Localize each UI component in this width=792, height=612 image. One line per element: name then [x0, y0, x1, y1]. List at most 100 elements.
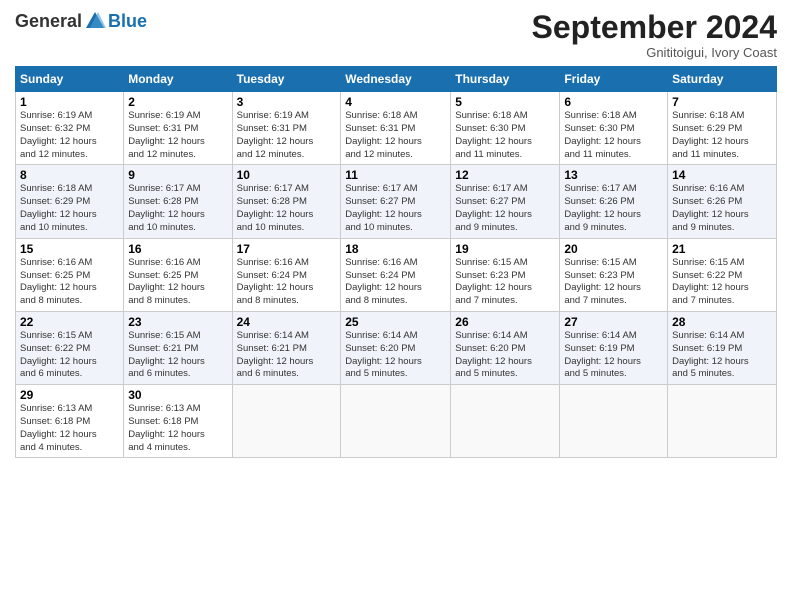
- calendar-cell: 30Sunrise: 6:13 AMSunset: 6:18 PMDayligh…: [124, 385, 232, 458]
- calendar-cell: 18Sunrise: 6:16 AMSunset: 6:24 PMDayligh…: [341, 238, 451, 311]
- calendar-cell: 23Sunrise: 6:15 AMSunset: 6:21 PMDayligh…: [124, 311, 232, 384]
- cell-content: Sunrise: 6:19 AMSunset: 6:31 PMDaylight:…: [128, 110, 227, 161]
- calendar-cell: 17Sunrise: 6:16 AMSunset: 6:24 PMDayligh…: [232, 238, 341, 311]
- cell-content: Sunrise: 6:18 AMSunset: 6:30 PMDaylight:…: [564, 110, 663, 161]
- cell-content: Sunrise: 6:14 AMSunset: 6:19 PMDaylight:…: [564, 330, 663, 381]
- day-number: 30: [128, 388, 227, 402]
- cell-content: Sunrise: 6:19 AMSunset: 6:32 PMDaylight:…: [20, 110, 119, 161]
- logo: General Blue: [15, 10, 147, 32]
- cell-content: Sunrise: 6:18 AMSunset: 6:29 PMDaylight:…: [672, 110, 772, 161]
- calendar-cell: 4Sunrise: 6:18 AMSunset: 6:31 PMDaylight…: [341, 92, 451, 165]
- calendar-cell: 8Sunrise: 6:18 AMSunset: 6:29 PMDaylight…: [16, 165, 124, 238]
- calendar-cell: [232, 385, 341, 458]
- calendar-cell: 1Sunrise: 6:19 AMSunset: 6:32 PMDaylight…: [16, 92, 124, 165]
- cell-content: Sunrise: 6:16 AMSunset: 6:25 PMDaylight:…: [128, 257, 227, 308]
- day-number: 19: [455, 242, 555, 256]
- day-number: 11: [345, 168, 446, 182]
- day-number: 29: [20, 388, 119, 402]
- calendar-day-header: Saturday: [668, 67, 777, 92]
- cell-content: Sunrise: 6:18 AMSunset: 6:30 PMDaylight:…: [455, 110, 555, 161]
- calendar-cell: 26Sunrise: 6:14 AMSunset: 6:20 PMDayligh…: [451, 311, 560, 384]
- calendar-cell: 3Sunrise: 6:19 AMSunset: 6:31 PMDaylight…: [232, 92, 341, 165]
- calendar-cell: 6Sunrise: 6:18 AMSunset: 6:30 PMDaylight…: [560, 92, 668, 165]
- cell-content: Sunrise: 6:14 AMSunset: 6:21 PMDaylight:…: [237, 330, 337, 381]
- day-number: 10: [237, 168, 337, 182]
- day-number: 8: [20, 168, 119, 182]
- day-number: 24: [237, 315, 337, 329]
- calendar-table: SundayMondayTuesdayWednesdayThursdayFrid…: [15, 66, 777, 458]
- calendar-cell: 16Sunrise: 6:16 AMSunset: 6:25 PMDayligh…: [124, 238, 232, 311]
- day-number: 25: [345, 315, 446, 329]
- calendar-cell: 13Sunrise: 6:17 AMSunset: 6:26 PMDayligh…: [560, 165, 668, 238]
- calendar-week-row: 15Sunrise: 6:16 AMSunset: 6:25 PMDayligh…: [16, 238, 777, 311]
- calendar-cell: [451, 385, 560, 458]
- day-number: 18: [345, 242, 446, 256]
- calendar-week-row: 1Sunrise: 6:19 AMSunset: 6:32 PMDaylight…: [16, 92, 777, 165]
- day-number: 16: [128, 242, 227, 256]
- calendar-cell: 21Sunrise: 6:15 AMSunset: 6:22 PMDayligh…: [668, 238, 777, 311]
- cell-content: Sunrise: 6:17 AMSunset: 6:27 PMDaylight:…: [345, 183, 446, 234]
- calendar-cell: [560, 385, 668, 458]
- day-number: 21: [672, 242, 772, 256]
- day-number: 17: [237, 242, 337, 256]
- day-number: 12: [455, 168, 555, 182]
- calendar-header-row: SundayMondayTuesdayWednesdayThursdayFrid…: [16, 67, 777, 92]
- day-number: 2: [128, 95, 227, 109]
- cell-content: Sunrise: 6:15 AMSunset: 6:22 PMDaylight:…: [672, 257, 772, 308]
- day-number: 5: [455, 95, 555, 109]
- calendar-cell: 19Sunrise: 6:15 AMSunset: 6:23 PMDayligh…: [451, 238, 560, 311]
- cell-content: Sunrise: 6:15 AMSunset: 6:23 PMDaylight:…: [455, 257, 555, 308]
- calendar-cell: 2Sunrise: 6:19 AMSunset: 6:31 PMDaylight…: [124, 92, 232, 165]
- calendar-week-row: 29Sunrise: 6:13 AMSunset: 6:18 PMDayligh…: [16, 385, 777, 458]
- calendar-week-row: 8Sunrise: 6:18 AMSunset: 6:29 PMDaylight…: [16, 165, 777, 238]
- calendar-cell: 22Sunrise: 6:15 AMSunset: 6:22 PMDayligh…: [16, 311, 124, 384]
- calendar-cell: 10Sunrise: 6:17 AMSunset: 6:28 PMDayligh…: [232, 165, 341, 238]
- day-number: 1: [20, 95, 119, 109]
- logo-icon: [84, 10, 106, 32]
- calendar-day-header: Friday: [560, 67, 668, 92]
- location: Gnititoigui, Ivory Coast: [532, 45, 777, 60]
- day-number: 13: [564, 168, 663, 182]
- calendar-cell: 28Sunrise: 6:14 AMSunset: 6:19 PMDayligh…: [668, 311, 777, 384]
- month-title: September 2024: [532, 10, 777, 45]
- calendar-body: 1Sunrise: 6:19 AMSunset: 6:32 PMDaylight…: [16, 92, 777, 458]
- cell-content: Sunrise: 6:16 AMSunset: 6:24 PMDaylight:…: [345, 257, 446, 308]
- logo-blue: Blue: [108, 11, 147, 32]
- calendar-day-header: Tuesday: [232, 67, 341, 92]
- day-number: 6: [564, 95, 663, 109]
- cell-content: Sunrise: 6:13 AMSunset: 6:18 PMDaylight:…: [128, 403, 227, 454]
- calendar-day-header: Wednesday: [341, 67, 451, 92]
- day-number: 26: [455, 315, 555, 329]
- day-number: 4: [345, 95, 446, 109]
- cell-content: Sunrise: 6:13 AMSunset: 6:18 PMDaylight:…: [20, 403, 119, 454]
- calendar-cell: 7Sunrise: 6:18 AMSunset: 6:29 PMDaylight…: [668, 92, 777, 165]
- cell-content: Sunrise: 6:15 AMSunset: 6:23 PMDaylight:…: [564, 257, 663, 308]
- calendar-cell: 9Sunrise: 6:17 AMSunset: 6:28 PMDaylight…: [124, 165, 232, 238]
- day-number: 7: [672, 95, 772, 109]
- cell-content: Sunrise: 6:17 AMSunset: 6:26 PMDaylight:…: [564, 183, 663, 234]
- calendar-day-header: Thursday: [451, 67, 560, 92]
- day-number: 3: [237, 95, 337, 109]
- title-block: September 2024 Gnititoigui, Ivory Coast: [532, 10, 777, 60]
- cell-content: Sunrise: 6:14 AMSunset: 6:20 PMDaylight:…: [455, 330, 555, 381]
- cell-content: Sunrise: 6:16 AMSunset: 6:24 PMDaylight:…: [237, 257, 337, 308]
- calendar-cell: 25Sunrise: 6:14 AMSunset: 6:20 PMDayligh…: [341, 311, 451, 384]
- logo-general: General: [15, 11, 82, 32]
- cell-content: Sunrise: 6:17 AMSunset: 6:28 PMDaylight:…: [128, 183, 227, 234]
- day-number: 9: [128, 168, 227, 182]
- day-number: 27: [564, 315, 663, 329]
- calendar-cell: 11Sunrise: 6:17 AMSunset: 6:27 PMDayligh…: [341, 165, 451, 238]
- calendar-day-header: Monday: [124, 67, 232, 92]
- calendar-cell: 12Sunrise: 6:17 AMSunset: 6:27 PMDayligh…: [451, 165, 560, 238]
- day-number: 22: [20, 315, 119, 329]
- calendar-day-header: Sunday: [16, 67, 124, 92]
- calendar-cell: 29Sunrise: 6:13 AMSunset: 6:18 PMDayligh…: [16, 385, 124, 458]
- cell-content: Sunrise: 6:16 AMSunset: 6:25 PMDaylight:…: [20, 257, 119, 308]
- calendar-cell: 15Sunrise: 6:16 AMSunset: 6:25 PMDayligh…: [16, 238, 124, 311]
- calendar-cell: [668, 385, 777, 458]
- calendar-week-row: 22Sunrise: 6:15 AMSunset: 6:22 PMDayligh…: [16, 311, 777, 384]
- cell-content: Sunrise: 6:14 AMSunset: 6:20 PMDaylight:…: [345, 330, 446, 381]
- cell-content: Sunrise: 6:17 AMSunset: 6:28 PMDaylight:…: [237, 183, 337, 234]
- day-number: 23: [128, 315, 227, 329]
- cell-content: Sunrise: 6:16 AMSunset: 6:26 PMDaylight:…: [672, 183, 772, 234]
